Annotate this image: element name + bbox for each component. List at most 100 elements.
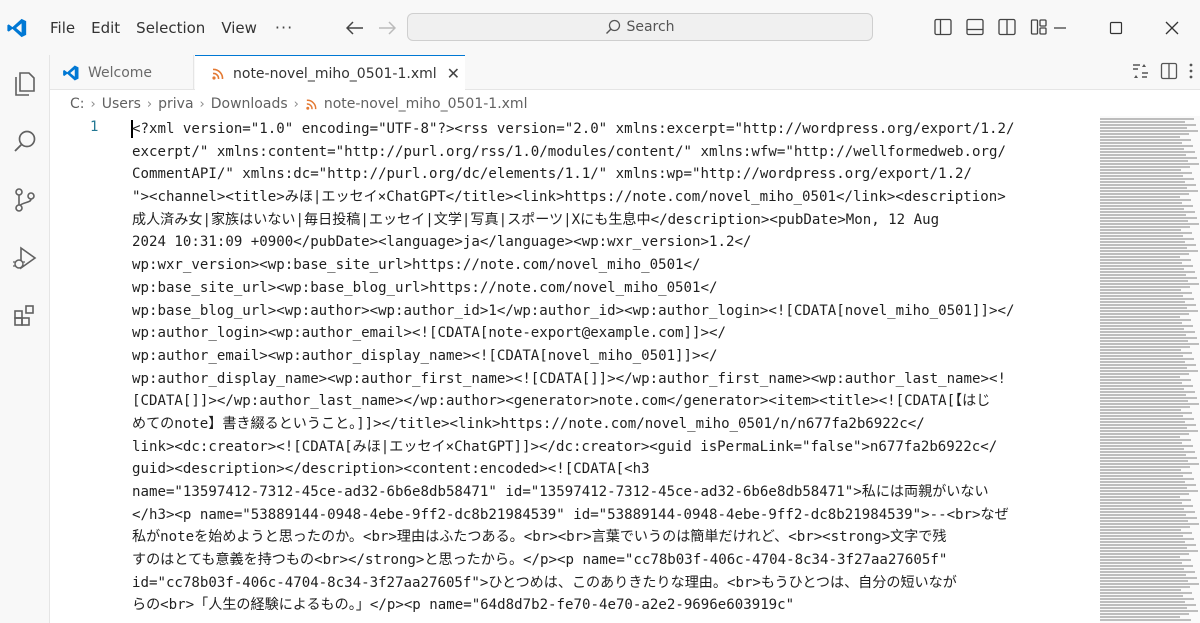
minimap-line xyxy=(1100,442,1182,444)
breadcrumb-separator: › xyxy=(146,96,153,112)
back-arrow-icon[interactable] xyxy=(339,13,371,43)
minimap-line xyxy=(1100,559,1191,561)
code-line: <?xml version="1.0" encoding="UTF-8"?><r… xyxy=(132,121,1015,137)
minimap-line xyxy=(1100,193,1189,195)
code-line: CommentAPI/" xmlns:dc="http://purl.org/d… xyxy=(132,166,973,183)
minimap-line xyxy=(1100,262,1182,264)
minimap-line xyxy=(1100,598,1194,600)
close-tab-icon[interactable]: ✕ xyxy=(447,64,460,83)
explorer-icon[interactable] xyxy=(0,55,50,113)
code-editor[interactable]: 1 <?xml version="1.0" encoding="UTF-8"?>… xyxy=(50,116,1100,623)
breadcrumb-users[interactable]: Users xyxy=(102,96,141,112)
breadcrumb-separator: › xyxy=(90,96,96,112)
breadcrumb-separator: › xyxy=(293,96,299,112)
minimap-line xyxy=(1100,373,1189,375)
minimap-line xyxy=(1100,286,1190,288)
minimap-line xyxy=(1100,238,1194,240)
minimap-line xyxy=(1100,421,1185,423)
minimap-line xyxy=(1100,118,1194,120)
minimap-line xyxy=(1100,169,1181,171)
minimap-line xyxy=(1100,481,1185,483)
minimize-icon[interactable] xyxy=(1032,0,1088,55)
code-line: [CDATA[]]></wp:author_last_name></wp:aut… xyxy=(132,393,991,410)
minimap[interactable] xyxy=(1100,116,1200,623)
minimap-line xyxy=(1100,448,1184,450)
minimap-line xyxy=(1100,151,1195,153)
breadcrumb-priva[interactable]: priva xyxy=(158,96,193,112)
minimap-line xyxy=(1100,220,1188,222)
compare-changes-icon[interactable] xyxy=(1130,62,1150,84)
minimap-line xyxy=(1100,508,1184,510)
minimap-line xyxy=(1100,154,1186,156)
breadcrumb-file[interactable]: note-novel_miho_0501-1.xml xyxy=(324,96,528,112)
minimap-line xyxy=(1100,469,1181,471)
vscode-logo-icon xyxy=(2,13,32,43)
code-line: めてのnote】書き綴るということ。]]></title><link>https… xyxy=(132,415,925,432)
menu-view[interactable]: View xyxy=(213,13,265,43)
title-bar: File Edit Selection View ··· Search xyxy=(0,0,1200,55)
minimap-line xyxy=(1100,217,1197,219)
minimap-line xyxy=(1100,571,1195,573)
toggle-secondary-sidebar-icon[interactable] xyxy=(994,14,1020,40)
close-window-icon[interactable] xyxy=(1144,0,1200,55)
toggle-primary-sidebar-icon[interactable] xyxy=(930,14,956,40)
more-actions-icon[interactable] xyxy=(1188,62,1194,84)
minimap-line xyxy=(1100,145,1193,147)
minimap-line xyxy=(1100,166,1190,168)
minimap-line xyxy=(1100,433,1189,435)
minimap-line xyxy=(1100,289,1181,291)
search-view-icon[interactable] xyxy=(0,113,50,171)
minimap-line xyxy=(1100,580,1188,582)
code-content[interactable]: <?xml version="1.0" encoding="UTF-8"?><r… xyxy=(132,118,1097,617)
minimap-line xyxy=(1100,190,1198,192)
tab-welcome[interactable]: Welcome xyxy=(50,55,194,90)
code-line: wp:author_display_name><wp:author_first_… xyxy=(132,370,1006,387)
minimap-line xyxy=(1100,229,1181,231)
menu-selection[interactable]: Selection xyxy=(128,13,213,43)
minimap-line xyxy=(1100,532,1192,534)
code-line: guid><description></description><content… xyxy=(132,461,650,478)
minimap-line xyxy=(1100,337,1197,339)
breadcrumb-downloads[interactable]: Downloads xyxy=(211,96,288,112)
minimap-line xyxy=(1100,382,1182,384)
minimap-line xyxy=(1100,424,1196,426)
rss-icon xyxy=(211,67,225,81)
minimap-line xyxy=(1100,478,1194,480)
command-center-search[interactable]: Search xyxy=(407,13,873,41)
minimap-line xyxy=(1100,304,1196,306)
minimap-line xyxy=(1100,142,1182,144)
minimap-line xyxy=(1100,619,1191,621)
minimap-line xyxy=(1100,211,1195,213)
minimap-line xyxy=(1100,181,1185,183)
menu-file[interactable]: File xyxy=(42,13,83,43)
minimap-line xyxy=(1100,616,1180,618)
minimap-line xyxy=(1100,334,1186,336)
minimap-line xyxy=(1100,226,1190,228)
minimap-line xyxy=(1100,454,1186,456)
minimap-line xyxy=(1100,298,1194,300)
minimap-line xyxy=(1100,523,1199,525)
tab-note-novel-xml[interactable]: note-novel_miho_0501-1.xml ✕ xyxy=(195,55,465,91)
menu-more-button[interactable]: ··· xyxy=(265,18,303,37)
split-editor-icon[interactable] xyxy=(1160,62,1178,84)
minimap-line xyxy=(1100,391,1195,393)
minimap-line xyxy=(1100,475,1183,477)
minimap-line xyxy=(1100,493,1189,495)
minimap-line xyxy=(1100,121,1185,123)
minimap-line xyxy=(1100,331,1195,333)
minimap-line xyxy=(1100,265,1193,267)
source-control-icon[interactable] xyxy=(0,171,50,229)
extensions-icon[interactable] xyxy=(0,287,50,345)
maximize-icon[interactable] xyxy=(1088,0,1144,55)
minimap-line xyxy=(1100,139,1191,141)
minimap-line xyxy=(1100,403,1199,405)
minimap-line xyxy=(1100,589,1181,591)
menu-edit[interactable]: Edit xyxy=(83,13,128,43)
minimap-line xyxy=(1100,307,1187,309)
toggle-panel-icon[interactable] xyxy=(962,14,988,40)
minimap-line xyxy=(1100,412,1192,414)
code-line: らの<br>「人生の経験によるもの。」</p><p name="64d8d7b2… xyxy=(132,597,795,614)
forward-arrow-icon[interactable] xyxy=(371,13,403,43)
run-and-debug-icon[interactable] xyxy=(0,229,50,287)
breadcrumb-drive[interactable]: C: xyxy=(70,96,85,112)
